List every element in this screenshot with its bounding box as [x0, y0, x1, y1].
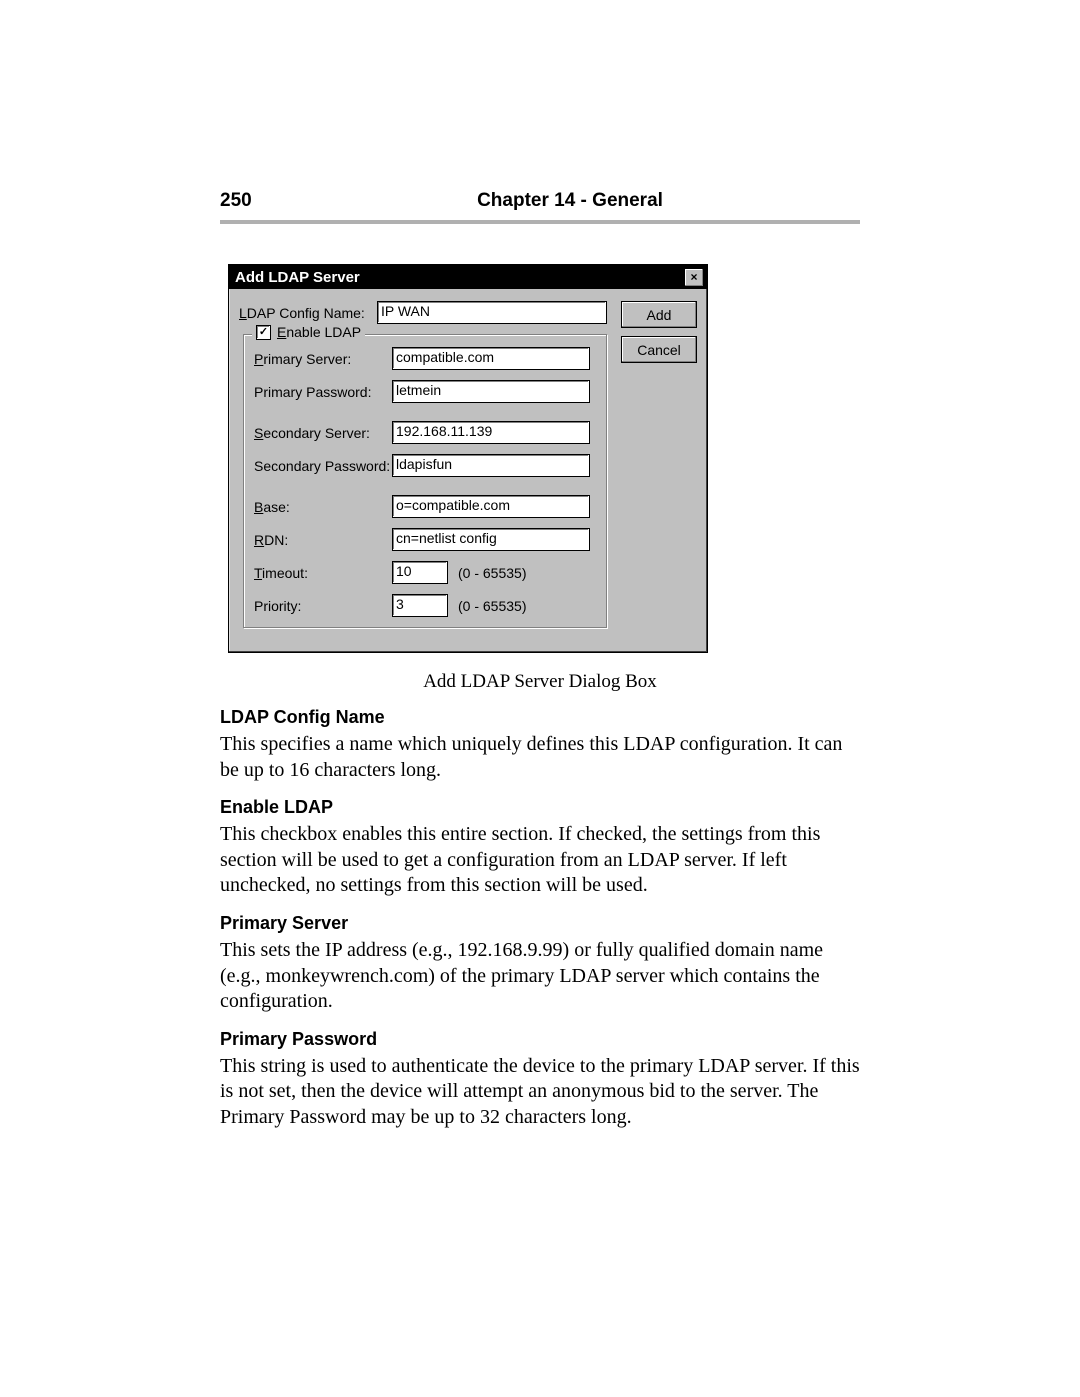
add-ldap-server-dialog: Add LDAP Server × Add Cancel LDAP Config… [228, 264, 708, 653]
base-input[interactable]: o=compatible.com [392, 495, 590, 518]
rdn-input[interactable]: cn=netlist config [392, 528, 590, 551]
section-body: This specifies a name which uniquely def… [220, 732, 860, 783]
rdn-label: RDN: [254, 532, 392, 548]
secondary-password-input[interactable]: ldapisfun [392, 454, 590, 477]
figure-caption: Add LDAP Server Dialog Box [220, 671, 860, 693]
section: LDAP Config Name This specifies a name w… [220, 707, 860, 783]
secondary-password-label: Secondary Password: [254, 458, 392, 474]
page-number: 250 [220, 190, 280, 212]
priority-range: (0 - 65535) [458, 598, 526, 614]
close-icon[interactable]: × [684, 268, 704, 287]
section-body: This checkbox enables this entire sectio… [220, 822, 860, 899]
page-header: 250 Chapter 14 - General [220, 190, 860, 212]
checkbox-icon [256, 325, 271, 340]
section-body: This sets the IP address (e.g., 192.168.… [220, 938, 860, 1015]
section: Primary Password This string is used to … [220, 1029, 860, 1131]
config-name-input[interactable]: IP WAN [377, 301, 607, 324]
section-heading: LDAP Config Name [220, 707, 860, 728]
add-button[interactable]: Add [621, 301, 697, 328]
priority-label: Priority: [254, 598, 392, 614]
section: Primary Server This sets the IP address … [220, 913, 860, 1015]
enable-ldap-label: Enable LDAP [277, 324, 361, 340]
primary-server-label: Primary Server: [254, 351, 392, 367]
dialog-title: Add LDAP Server [235, 269, 684, 286]
primary-password-input[interactable]: letmein [392, 380, 590, 403]
primary-password-label: Primary Password: [254, 384, 392, 400]
section-heading: Enable LDAP [220, 797, 860, 818]
section-body: This string is used to authenticate the … [220, 1054, 860, 1131]
primary-server-input[interactable]: compatible.com [392, 347, 590, 370]
secondary-server-label: Secondary Server: [254, 425, 392, 441]
timeout-label: Timeout: [254, 565, 392, 581]
secondary-server-input[interactable]: 192.168.11.139 [392, 421, 590, 444]
priority-input[interactable]: 3 [392, 594, 448, 617]
section-heading: Primary Password [220, 1029, 860, 1050]
timeout-input[interactable]: 10 [392, 561, 448, 584]
dialog-titlebar: Add LDAP Server × [229, 265, 707, 289]
base-label: Base: [254, 499, 392, 515]
timeout-range: (0 - 65535) [458, 565, 526, 581]
section: Enable LDAP This checkbox enables this e… [220, 797, 860, 899]
cancel-button[interactable]: Cancel [621, 336, 697, 363]
enable-ldap-fieldset: Enable LDAP Primary Server: compatible.c… [243, 334, 607, 628]
chapter-title: Chapter 14 - General [280, 190, 860, 212]
section-heading: Primary Server [220, 913, 860, 934]
enable-ldap-checkbox[interactable]: Enable LDAP [252, 324, 365, 340]
config-name-label: LDAP Config Name: [239, 305, 377, 321]
header-rule [220, 220, 860, 224]
